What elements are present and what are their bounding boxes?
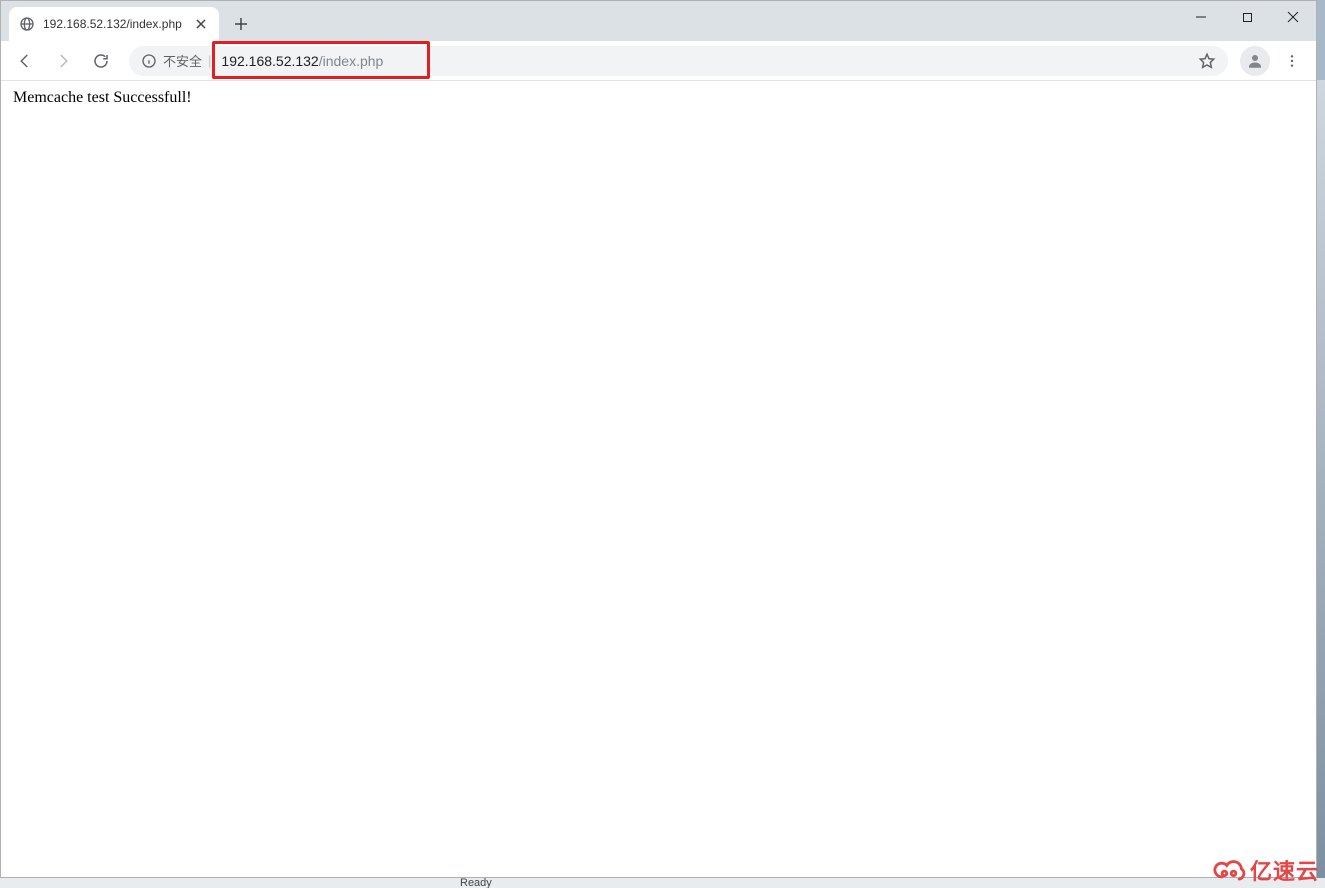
tab-title: 192.168.52.132/index.php (43, 17, 185, 31)
maximize-button[interactable] (1224, 1, 1270, 33)
url-path: /index.php (319, 53, 384, 69)
browser-tab[interactable]: 192.168.52.132/index.php (9, 7, 219, 41)
forward-button[interactable] (47, 45, 79, 77)
page-body-text: Memcache test Successfull! (13, 89, 192, 106)
tab-close-button[interactable] (193, 16, 209, 32)
info-icon (141, 53, 157, 69)
window-close-button[interactable] (1270, 1, 1316, 33)
url-host: 192.168.52.132 (221, 53, 318, 69)
taskbar-sliver: Ready (0, 878, 1325, 888)
insecure-label: 不安全 (163, 51, 202, 70)
desktop-background: 192.168.52.132/index.php (0, 0, 1325, 888)
profile-button[interactable] (1240, 46, 1270, 76)
globe-icon (19, 16, 35, 32)
status-text: Ready (460, 877, 492, 888)
address-bar[interactable]: 不安全 | 192.168.52.132/index.php (129, 46, 1228, 76)
window-controls (1178, 1, 1316, 33)
new-tab-button[interactable] (227, 10, 255, 38)
titlebar: 192.168.52.132/index.php (1, 1, 1316, 41)
kebab-menu-button[interactable] (1276, 45, 1308, 77)
toolbar: 不安全 | 192.168.52.132/index.php (1, 41, 1316, 81)
back-button[interactable] (9, 45, 41, 77)
tab-strip: 192.168.52.132/index.php (1, 1, 255, 41)
browser-window: 192.168.52.132/index.php (0, 0, 1317, 878)
site-info[interactable]: 不安全 | (141, 51, 211, 70)
background-sliver-right (1317, 80, 1325, 878)
url-text: 192.168.52.132/index.php (221, 53, 383, 69)
minimize-button[interactable] (1178, 1, 1224, 33)
bookmark-star-icon[interactable] (1198, 52, 1216, 70)
page-content: Memcache test Successfull! (1, 81, 1316, 877)
reload-button[interactable] (85, 45, 117, 77)
